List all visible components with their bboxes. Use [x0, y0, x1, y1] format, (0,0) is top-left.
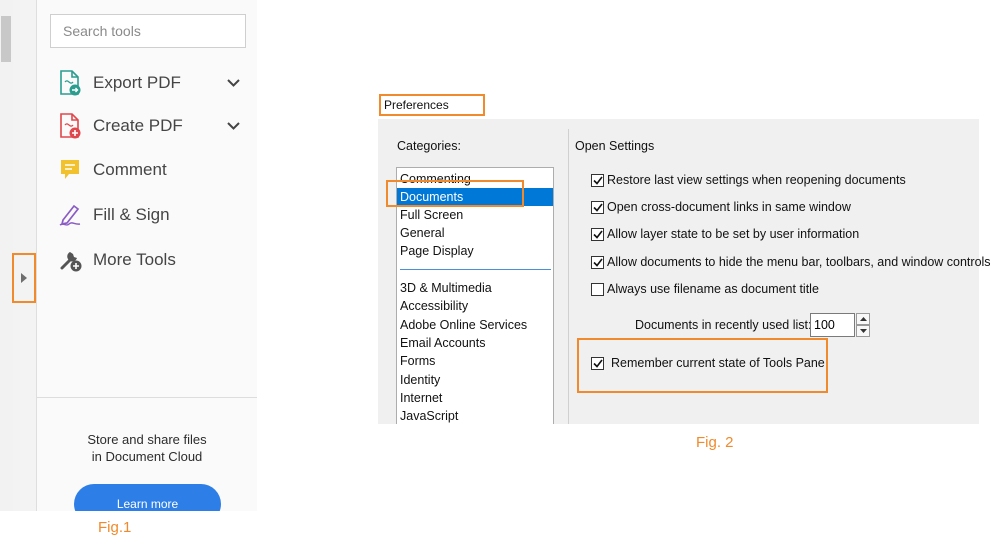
figure-background — [0, 511, 999, 547]
fill-sign-icon — [57, 202, 83, 228]
option-filename-as-title[interactable]: Always use filename as document title — [591, 281, 819, 297]
tool-label-more-tools: More Tools — [93, 250, 176, 269]
checkbox-checked[interactable] — [591, 356, 604, 370]
category-item-adobe-online-services[interactable]: Adobe Online Services — [397, 316, 553, 334]
tool-fill-sign[interactable]: Fill & Sign — [57, 200, 247, 230]
category-item-email-accounts[interactable]: Email Accounts — [397, 334, 553, 352]
option-label: Restore last view settings when reopenin… — [607, 173, 906, 187]
scrollbar-thumb[interactable] — [1, 16, 11, 62]
panel-divider — [568, 129, 569, 424]
category-item-javascript[interactable]: JavaScript — [397, 407, 553, 424]
spin-down-button[interactable] — [856, 325, 870, 337]
category-item-general[interactable]: General — [397, 224, 553, 242]
checkmark-icon — [592, 203, 603, 212]
caret-up-icon — [859, 317, 867, 321]
chevron-down-icon[interactable] — [225, 75, 241, 91]
category-item-documents[interactable]: Documents — [397, 188, 553, 206]
recent-list-count-input[interactable] — [810, 313, 855, 337]
export-pdf-icon — [57, 70, 83, 96]
option-open-cross-document-links[interactable]: Open cross-document links in same window — [591, 199, 851, 215]
option-label: Allow layer state to be set by user info… — [607, 227, 860, 241]
chevron-down-icon[interactable] — [225, 118, 241, 134]
category-item-internet[interactable]: Internet — [397, 389, 553, 407]
checkmark-icon — [592, 258, 603, 267]
preferences-dialog: Categories: Commenting Documents Full Sc… — [378, 119, 991, 424]
category-item-3d-multimedia[interactable]: 3D & Multimedia — [397, 279, 553, 297]
category-item-identity[interactable]: Identity — [397, 371, 553, 389]
pane-divider — [37, 397, 257, 398]
tools-pane-toggle-button[interactable] — [12, 253, 36, 303]
tool-export-pdf[interactable]: Export PDF — [57, 68, 247, 98]
checkbox-checked[interactable] — [591, 255, 604, 269]
more-tools-icon — [57, 247, 83, 273]
open-settings-heading: Open Settings — [575, 139, 655, 153]
tool-label-export-pdf: Export PDF — [93, 73, 181, 92]
spin-up-button[interactable] — [856, 313, 870, 325]
tool-label-comment: Comment — [93, 160, 167, 179]
categories-label: Categories: — [397, 139, 461, 153]
promo-line-1: Store and share files — [87, 432, 207, 447]
option-label: Open cross-document links in same window — [607, 200, 851, 214]
option-label: Allow documents to hide the menu bar, to… — [607, 255, 991, 269]
fig2-caption: Fig. 2 — [696, 434, 734, 451]
option-label: Remember current state of Tools Pane — [611, 356, 825, 370]
category-item-forms[interactable]: Forms — [397, 352, 553, 370]
recent-list-label: Documents in recently used list: — [635, 318, 812, 332]
caret-right-icon — [21, 273, 27, 283]
option-remember-tools-pane[interactable]: Remember current state of Tools Pane — [591, 355, 825, 371]
comment-icon — [57, 157, 83, 183]
tool-label-fill-sign: Fill & Sign — [93, 205, 170, 224]
tools-pane: Export PDF Create PDF Comment — [37, 0, 257, 524]
checkmark-icon — [592, 359, 603, 368]
checkbox-checked[interactable] — [591, 227, 604, 241]
category-item-full-screen[interactable]: Full Screen — [397, 206, 553, 224]
category-item-commenting[interactable]: Commenting — [397, 170, 553, 188]
option-label: Always use filename as document title — [607, 282, 819, 296]
checkbox-checked[interactable] — [591, 173, 604, 187]
category-separator — [400, 269, 551, 270]
tool-create-pdf[interactable]: Create PDF — [57, 111, 247, 141]
categories-list[interactable]: Commenting Documents Full Screen General… — [396, 167, 554, 424]
category-item-page-display[interactable]: Page Display — [397, 242, 553, 260]
tool-comment[interactable]: Comment — [57, 155, 247, 185]
fig1-caption: Fig.1 — [98, 519, 132, 536]
promo-line-2: in Document Cloud — [91, 449, 203, 464]
option-restore-last-view[interactable]: Restore last view settings when reopenin… — [591, 172, 906, 188]
option-allow-hide-menu-bar[interactable]: Allow documents to hide the menu bar, to… — [591, 254, 991, 270]
create-pdf-icon — [57, 113, 83, 139]
preferences-title: Preferences — [379, 94, 485, 116]
search-tools-input[interactable] — [50, 14, 246, 48]
caret-down-icon — [859, 329, 867, 333]
checkmark-icon — [592, 230, 603, 239]
checkbox-checked[interactable] — [591, 200, 604, 214]
document-cloud-promo: Store and share files in Document Cloud — [37, 431, 257, 465]
option-allow-layer-state[interactable]: Allow layer state to be set by user info… — [591, 226, 859, 242]
checkmark-icon — [592, 176, 603, 185]
tool-more-tools[interactable]: More Tools — [57, 245, 247, 275]
tool-label-create-pdf: Create PDF — [93, 116, 183, 135]
checkbox-unchecked[interactable] — [591, 282, 604, 296]
category-item-accessibility[interactable]: Accessibility — [397, 297, 553, 315]
